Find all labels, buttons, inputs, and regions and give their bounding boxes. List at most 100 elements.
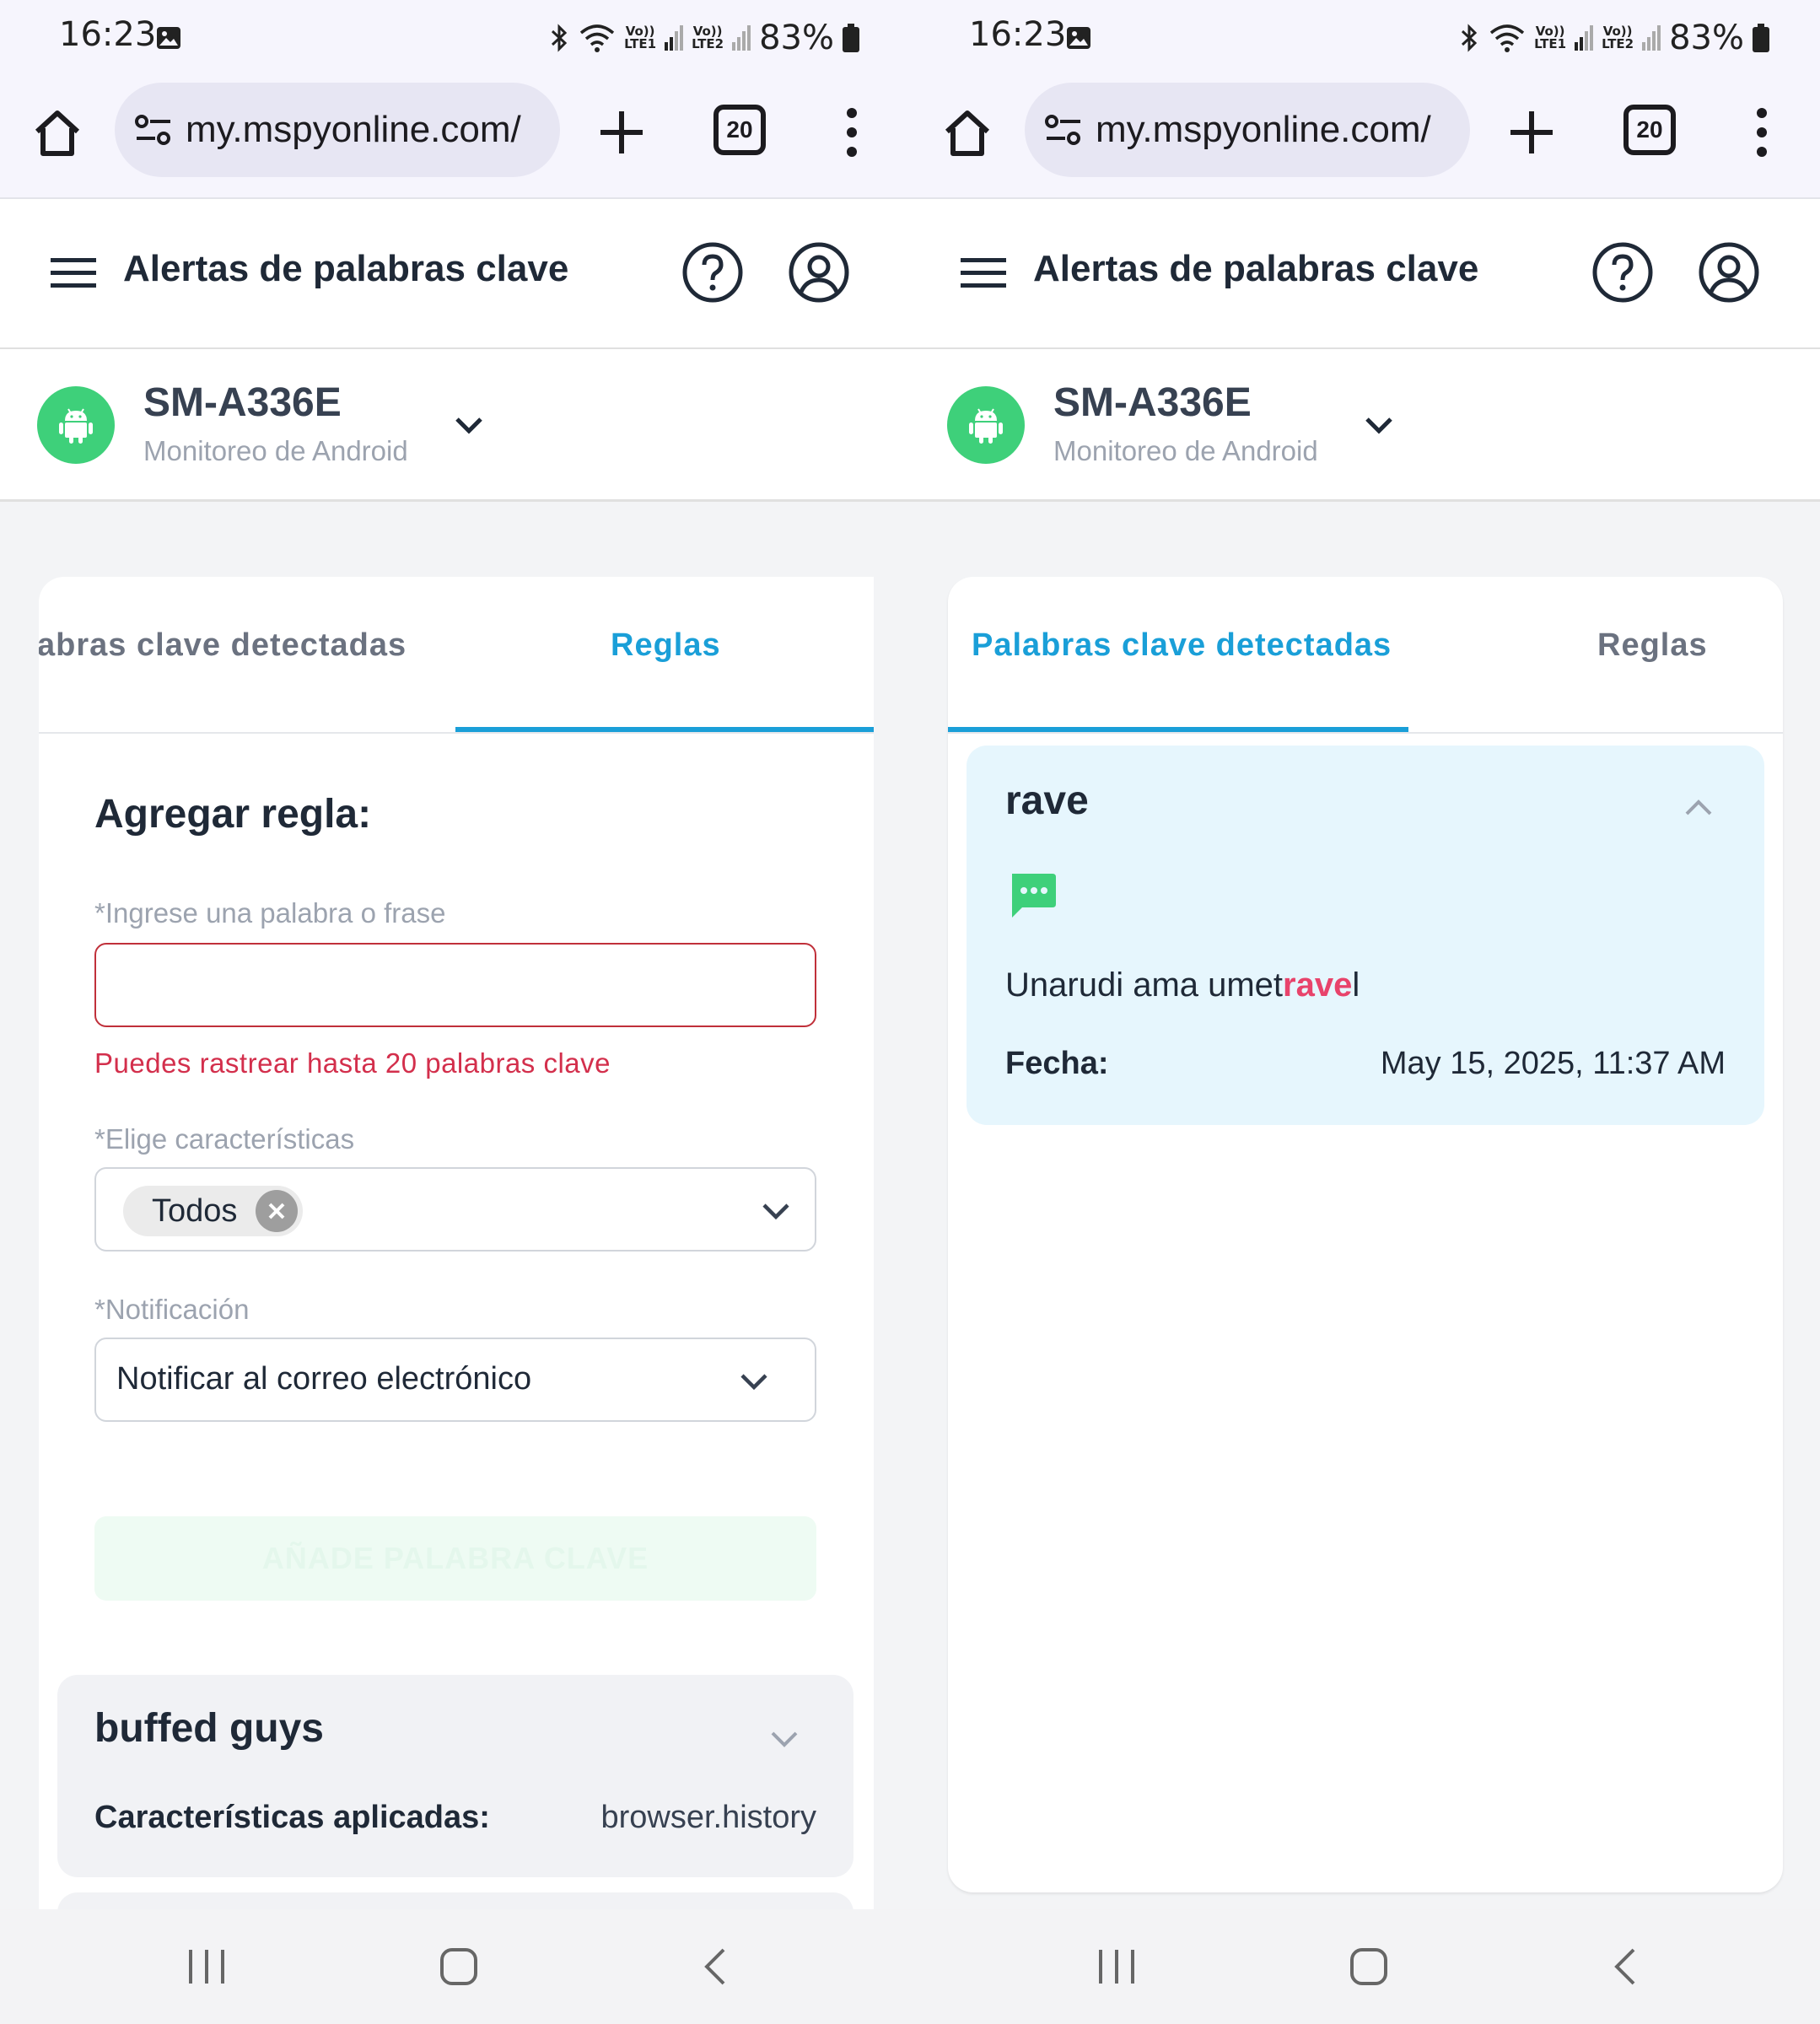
nav-back-icon[interactable]: [1610, 1946, 1640, 1987]
wifi-icon: [1489, 24, 1525, 52]
account-icon[interactable]: [1698, 241, 1760, 304]
device-selector[interactable]: SM-A336E Monitoreo de Android: [910, 349, 1820, 502]
image-icon: [1067, 27, 1090, 49]
tab-detected-keywords[interactable]: abras clave detectadas: [39, 627, 407, 664]
more-vert-icon[interactable]: [1742, 105, 1782, 160]
battery-icon: [1753, 24, 1769, 52]
status-bar: 16:23 Vo)) LTE1 Vo)) LTE2 83%: [910, 0, 1820, 76]
image-icon: [157, 27, 180, 49]
tab-bar: Palabras clave detectadas Reglas: [948, 577, 1783, 734]
chevron-down-icon[interactable]: [737, 1365, 771, 1398]
status-time: 16:23: [969, 15, 1067, 54]
notification-value: Notificar al correo electrónico: [116, 1361, 532, 1397]
android-badge: [947, 386, 1025, 464]
bluetooth-icon: [1462, 24, 1478, 52]
signal-icon: [1642, 25, 1661, 51]
device-name: SM-A336E: [143, 380, 342, 425]
url-bar[interactable]: my.mspyonline.com/: [1025, 83, 1470, 177]
nav-home-icon[interactable]: [439, 1946, 479, 1987]
screen-detected: 16:23 Vo)) LTE1 Vo)) LTE2 83% my.mspyonl…: [910, 0, 1820, 2024]
sms-icon: [1012, 874, 1056, 918]
detected-keyword: rave: [1005, 778, 1089, 823]
battery-percent: 83%: [759, 19, 834, 57]
app-header: Alertas de palabras clave: [0, 199, 910, 350]
help-icon[interactable]: [1591, 241, 1654, 304]
site-settings-icon[interactable]: [1043, 110, 1084, 150]
rule-features-value: browser.history: [600, 1800, 816, 1835]
menu-icon[interactable]: [961, 256, 1006, 290]
home-icon[interactable]: [940, 106, 994, 160]
menu-icon[interactable]: [51, 256, 96, 290]
nav-home-icon[interactable]: [1349, 1946, 1389, 1987]
detected-keyword-item[interactable]: rave Unarudi ama umetravel Fecha: May 15…: [967, 746, 1764, 1125]
home-icon[interactable]: [30, 106, 84, 160]
url-text[interactable]: my.mspyonline.com/: [186, 109, 521, 151]
message-snippet: Unarudi ama umetravel: [1005, 966, 1360, 1004]
keyword-input[interactable]: [94, 943, 816, 1027]
feature-chip-label: Todos: [152, 1192, 238, 1229]
tabs-icon[interactable]: 20: [713, 105, 766, 155]
rule-item[interactable]: buffed guys Características aplicadas: b…: [57, 1675, 853, 1877]
rule-keyword: buffed guys: [94, 1706, 324, 1751]
screen-rules: 16:23 Vo)) LTE1 Vo)) LTE2 83% my.mspyonl…: [0, 0, 910, 2024]
tab-rules[interactable]: Reglas: [1597, 627, 1708, 664]
help-icon[interactable]: [681, 241, 744, 304]
system-nav-bar: [910, 1909, 1820, 2024]
device-subtitle: Monitoreo de Android: [143, 435, 408, 466]
url-text[interactable]: my.mspyonline.com/: [1096, 109, 1431, 151]
add-keyword-button[interactable]: AÑADE PALABRA CLAVE: [94, 1516, 816, 1601]
browser-toolbar: my.mspyonline.com/ 20: [0, 76, 910, 199]
volte1-indicator: Vo)) LTE1: [1534, 24, 1567, 51]
page-title: Alertas de palabras clave: [1033, 248, 1479, 289]
page-title: Alertas de palabras clave: [123, 248, 569, 289]
account-icon[interactable]: [788, 241, 850, 304]
notification-select[interactable]: Notificar al correo electrónico: [94, 1338, 816, 1422]
detected-card: Palabras clave detectadas Reglas rave Un…: [948, 577, 1783, 1892]
tab-bar: abras clave detectadas Reglas: [39, 577, 874, 734]
status-time: 16:23: [59, 15, 157, 54]
volte2-indicator: Vo)) LTE2: [692, 24, 724, 51]
volte2-indicator: Vo)) LTE2: [1602, 24, 1634, 51]
battery-icon: [843, 24, 859, 52]
more-vert-icon[interactable]: [832, 105, 872, 160]
wifi-icon: [579, 24, 615, 52]
device-name: SM-A336E: [1053, 380, 1252, 425]
browser-toolbar: my.mspyonline.com/ 20: [910, 76, 1820, 199]
status-bar: 16:23 Vo)) LTE1 Vo)) LTE2 83%: [0, 0, 910, 76]
tabs-icon[interactable]: 20: [1623, 105, 1676, 155]
rules-card: abras clave detectadas Reglas Agregar re…: [39, 577, 874, 1909]
nav-recents-icon[interactable]: [187, 1948, 226, 1985]
site-settings-icon[interactable]: [133, 110, 174, 150]
chevron-down-icon[interactable]: [767, 1722, 801, 1756]
status-icons: Vo)) LTE1 Vo)) LTE2 83%: [548, 19, 859, 57]
chevron-up-icon[interactable]: [1680, 789, 1717, 826]
nav-recents-icon[interactable]: [1097, 1948, 1136, 1985]
active-tab-indicator: [948, 727, 1408, 732]
keyword-label: *Ingrese una palabra o frase: [94, 897, 446, 929]
system-nav-bar: [0, 1909, 910, 2024]
battery-percent: 83%: [1669, 19, 1744, 57]
close-icon[interactable]: [256, 1190, 299, 1232]
chevron-down-icon[interactable]: [1360, 406, 1397, 444]
rule-item[interactable]: [57, 1892, 853, 1909]
rule-features-label: Características aplicadas:: [94, 1800, 490, 1835]
url-bar[interactable]: my.mspyonline.com/: [115, 83, 560, 177]
signal-icon: [1575, 25, 1594, 51]
device-selector[interactable]: SM-A336E Monitoreo de Android: [0, 349, 910, 502]
plus-icon[interactable]: [1504, 105, 1559, 160]
tab-rules[interactable]: Reglas: [611, 627, 721, 664]
date-label: Fecha:: [1005, 1046, 1109, 1081]
chevron-down-icon[interactable]: [450, 406, 487, 444]
feature-chip: Todos: [123, 1186, 304, 1236]
tab-detected-keywords[interactable]: Palabras clave detectadas: [972, 627, 1392, 664]
chevron-down-icon[interactable]: [759, 1194, 793, 1228]
android-icon: [59, 408, 93, 444]
features-select[interactable]: Todos: [94, 1167, 816, 1252]
volte1-indicator: Vo)) LTE1: [624, 24, 657, 51]
signal-icon: [732, 25, 751, 51]
nav-back-icon[interactable]: [700, 1946, 730, 1987]
notification-label: *Notificación: [94, 1294, 250, 1325]
plus-icon[interactable]: [594, 105, 649, 160]
date-value: May 15, 2025, 11:37 AM: [1380, 1046, 1726, 1081]
signal-icon: [665, 25, 684, 51]
